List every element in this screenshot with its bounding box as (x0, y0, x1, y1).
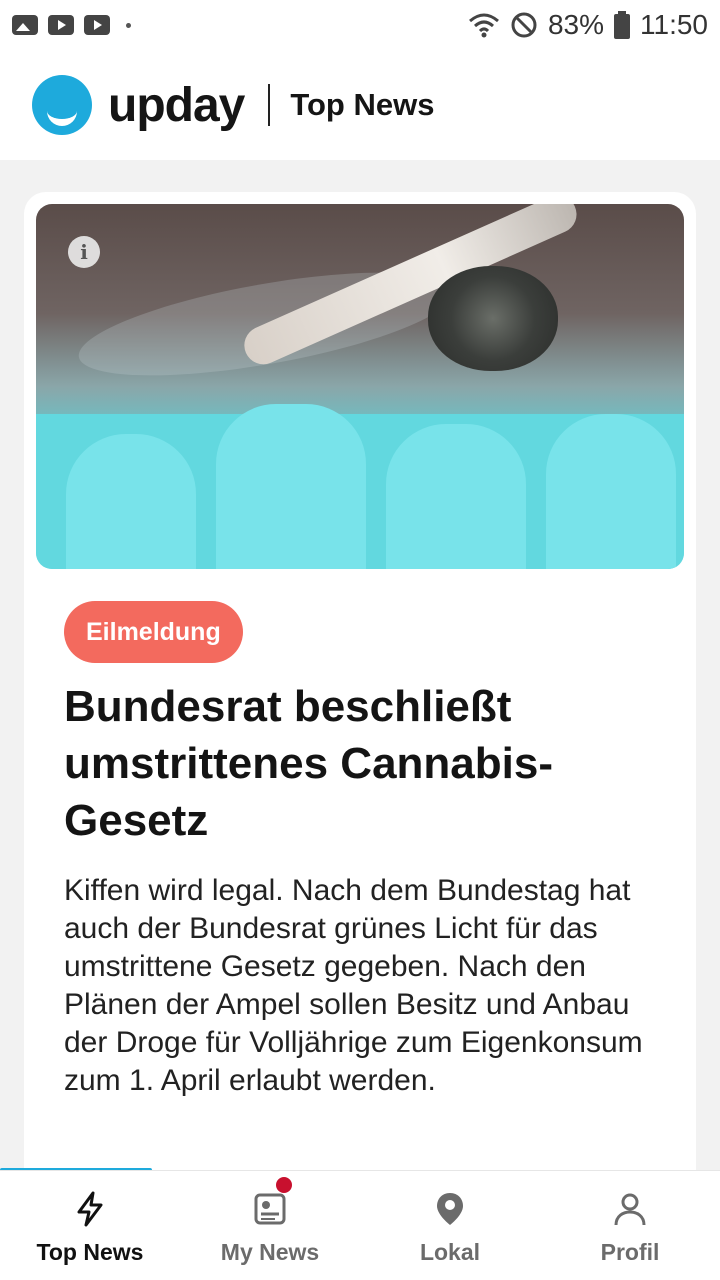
section-title: Top News (290, 87, 435, 122)
app-screen: 83% 11:50 upday Top News i Eilmeldung Bu… (0, 0, 720, 1280)
news-icon (250, 1189, 290, 1229)
nav-label-profil: Profil (600, 1239, 660, 1265)
gallery-icon (12, 15, 38, 35)
battery-percent: 83% (547, 9, 604, 40)
image-finger (546, 414, 676, 569)
location-pin-icon (430, 1189, 470, 1229)
nav-label-lokal: Lokal (419, 1239, 481, 1265)
image-joint-tip (428, 266, 558, 371)
status-system: 83% 11:50 (468, 9, 708, 41)
nav-item-lokal[interactable]: Lokal (360, 1171, 540, 1280)
notification-dot (276, 1177, 292, 1193)
do-not-disturb-icon (511, 12, 537, 38)
status-bar: 83% 11:50 (0, 0, 720, 50)
clock: 11:50 (640, 9, 708, 40)
nav-item-top-news[interactable]: Top News (0, 1171, 180, 1280)
status-notifications (12, 15, 131, 35)
article-card[interactable]: i Eilmeldung Bundesrat beschließt umstri… (24, 192, 696, 1192)
info-icon[interactable]: i (68, 236, 100, 268)
image-glove (36, 404, 684, 569)
article-image[interactable]: i (36, 204, 684, 569)
more-notifications-icon (126, 22, 131, 28)
app-header: upday Top News (0, 50, 720, 160)
youtube-icon (48, 15, 74, 35)
image-finger (216, 404, 366, 569)
lightning-icon (70, 1189, 110, 1229)
logo-text: upday (108, 78, 245, 132)
nav-label-top-news: Top News (36, 1239, 144, 1265)
youtube-icon (84, 15, 110, 35)
bottom-navigation: Top News My News Lokal Profil (0, 1170, 720, 1280)
article-headline[interactable]: Bundesrat beschließt umstrittenes Cannab… (64, 678, 664, 849)
image-finger (386, 424, 526, 569)
upday-logo-icon (32, 75, 92, 135)
nav-label-my-news: My News (220, 1239, 320, 1265)
battery-icon (614, 11, 630, 39)
breaking-news-badge: Eilmeldung (64, 601, 243, 663)
nav-item-my-news[interactable]: My News (180, 1171, 360, 1280)
image-finger (66, 434, 196, 569)
person-icon (610, 1189, 650, 1229)
wifi-icon (468, 13, 499, 38)
article-summary: Kiffen wird legal. Nach dem Bundestag ha… (64, 874, 643, 1097)
nav-item-profil[interactable]: Profil (540, 1171, 720, 1280)
header-divider (268, 84, 271, 126)
